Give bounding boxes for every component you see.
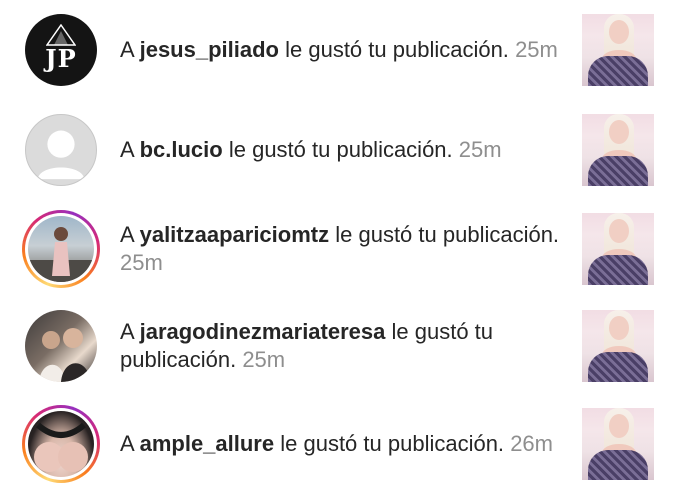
- notification-text: A jesus_piliado le gustó tu publicación.…: [120, 36, 560, 64]
- post-thumbnail[interactable]: [582, 114, 654, 186]
- activity-notification-list: JP A jesus_piliado le gustó tu publicaci…: [0, 0, 680, 488]
- timestamp: 25m: [458, 137, 502, 162]
- timestamp: 26m: [510, 431, 553, 456]
- timestamp: 25m: [515, 37, 558, 62]
- notification-row[interactable]: A yalitzaapariciomtz le gustó tu publica…: [0, 201, 680, 297]
- notification-text: A bc.lucio le gustó tu publicación. 25m: [120, 136, 560, 164]
- username-link[interactable]: yalitzaapariciomtz: [140, 222, 330, 247]
- timestamp: 25m: [242, 347, 286, 372]
- avatar-photo-icon: [28, 227, 94, 282]
- mountain-logo-icon: [46, 23, 76, 46]
- notification-action: le gustó tu publicación.: [228, 137, 453, 162]
- post-thumbnail[interactable]: [582, 310, 654, 382]
- notification-row[interactable]: A bc.lucio le gustó tu publicación. 25m: [0, 102, 680, 198]
- avatar-photo-icon: [39, 328, 91, 382]
- default-avatar: [25, 114, 97, 186]
- avatar: [28, 411, 94, 477]
- post-thumbnail[interactable]: [582, 14, 654, 86]
- username-link[interactable]: ample_allure: [140, 431, 275, 456]
- username-link[interactable]: bc.lucio: [140, 137, 223, 162]
- notification-prefix: A: [120, 137, 134, 162]
- avatar[interactable]: [22, 307, 100, 385]
- post-thumbnail[interactable]: [582, 213, 654, 285]
- notification-row[interactable]: JP A jesus_piliado le gustó tu publicaci…: [0, 2, 680, 98]
- timestamp: 25m: [120, 250, 163, 275]
- avatar[interactable]: JP: [22, 11, 100, 89]
- avatar[interactable]: [22, 111, 100, 189]
- avatar-story-ring[interactable]: [22, 405, 100, 483]
- notification-text: A jaragodinezmariateresa le gustó tu pub…: [120, 318, 560, 374]
- profile-logo-avatar: JP: [25, 14, 97, 86]
- notification-prefix: A: [120, 431, 134, 456]
- avatar: [25, 310, 97, 382]
- notification-text: A ample_allure le gustó tu publicación. …: [120, 430, 560, 458]
- notification-row[interactable]: A ample_allure le gustó tu publicación. …: [0, 396, 680, 492]
- notification-action: le gustó tu publicación.: [285, 37, 509, 62]
- avatar-photo-icon: [34, 422, 88, 472]
- default-user-icon: [37, 130, 85, 180]
- avatar: [28, 216, 94, 282]
- username-link[interactable]: jaragodinezmariateresa: [140, 319, 386, 344]
- avatar-initials: JP: [45, 43, 77, 73]
- notification-prefix: A: [120, 319, 134, 344]
- notification-prefix: A: [120, 37, 134, 62]
- notification-action: le gustó tu publicación.: [280, 431, 505, 456]
- notification-text: A yalitzaapariciomtz le gustó tu publica…: [120, 221, 560, 277]
- notification-row[interactable]: A jaragodinezmariateresa le gustó tu pub…: [0, 298, 680, 394]
- username-link[interactable]: jesus_piliado: [140, 37, 279, 62]
- notification-action: le gustó tu publicación.: [335, 222, 560, 247]
- notification-prefix: A: [120, 222, 134, 247]
- post-thumbnail[interactable]: [582, 408, 654, 480]
- avatar-story-ring[interactable]: [22, 210, 100, 288]
